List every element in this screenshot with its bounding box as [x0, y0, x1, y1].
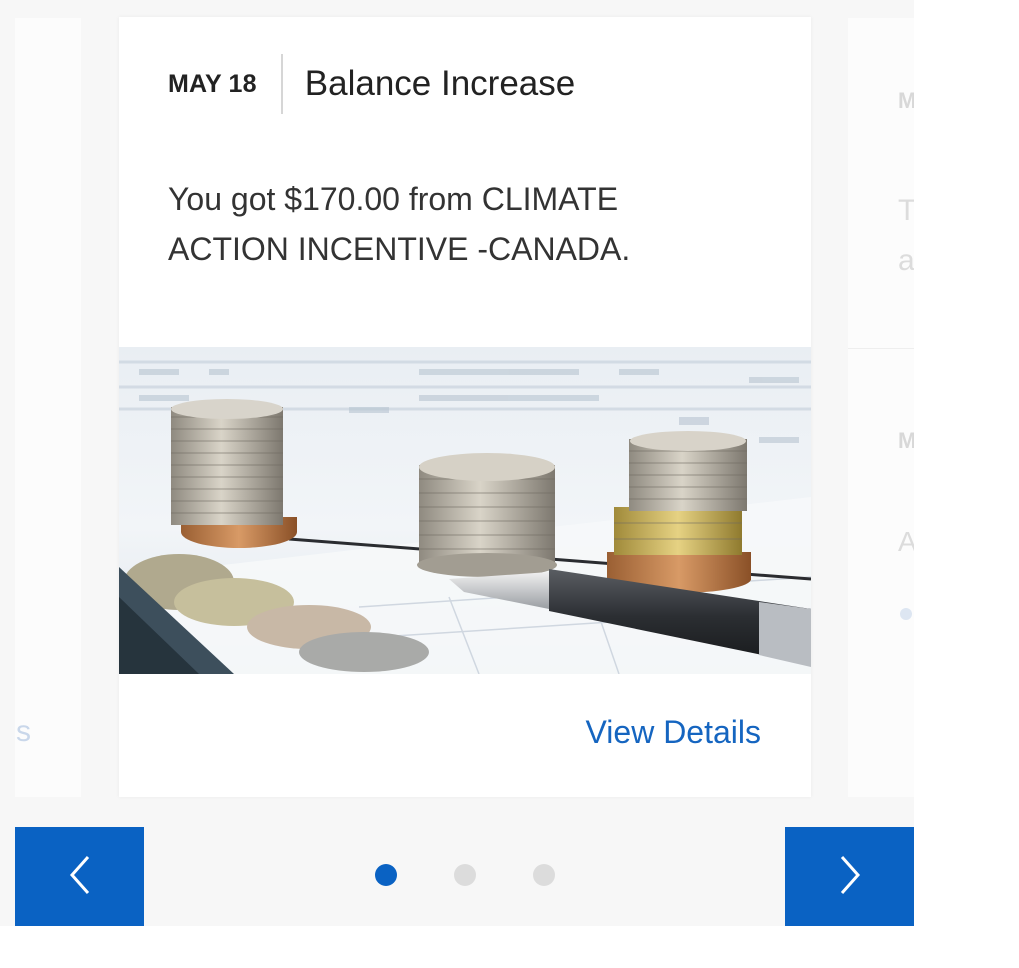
card-message: You got $170.00 from CLIMATE ACTION INCE…	[168, 181, 631, 267]
pagination-dot[interactable]	[454, 864, 476, 886]
coins-and-pen-image	[119, 347, 811, 674]
previous-card-peek[interactable]: s	[15, 18, 81, 797]
next-card-text-fragment: a	[898, 244, 914, 277]
next-card-date-fragment: M	[898, 428, 914, 453]
previous-card-link-fragment: s	[16, 715, 31, 748]
carousel-next-button[interactable]	[785, 827, 914, 926]
next-card-date-fragment: M	[898, 88, 914, 113]
next-card-divider	[848, 348, 914, 349]
card-title: Balance Increase	[304, 64, 576, 103]
notification-card: MAY 18 Balance Increase You got $170.00 …	[119, 17, 811, 797]
carousel-pagination	[375, 864, 555, 886]
chevron-right-icon	[838, 855, 862, 898]
card-date: MAY 18	[168, 69, 257, 98]
notification-carousel: s M T a M A MAY 18 Balance Increase You …	[0, 0, 914, 926]
pagination-dot[interactable]	[375, 864, 397, 886]
next-card-bullet	[900, 608, 912, 620]
pagination-dot[interactable]	[533, 864, 555, 886]
next-card-peek[interactable]: M T a M A	[848, 18, 914, 797]
next-card-text-fragment: T	[898, 194, 914, 227]
card-header: MAY 18 Balance Increase	[168, 54, 575, 114]
next-card-title-fragment: A	[898, 526, 914, 557]
view-details-link[interactable]: View Details	[586, 714, 761, 751]
chevron-left-icon	[68, 855, 92, 898]
carousel-prev-button[interactable]	[15, 827, 144, 926]
